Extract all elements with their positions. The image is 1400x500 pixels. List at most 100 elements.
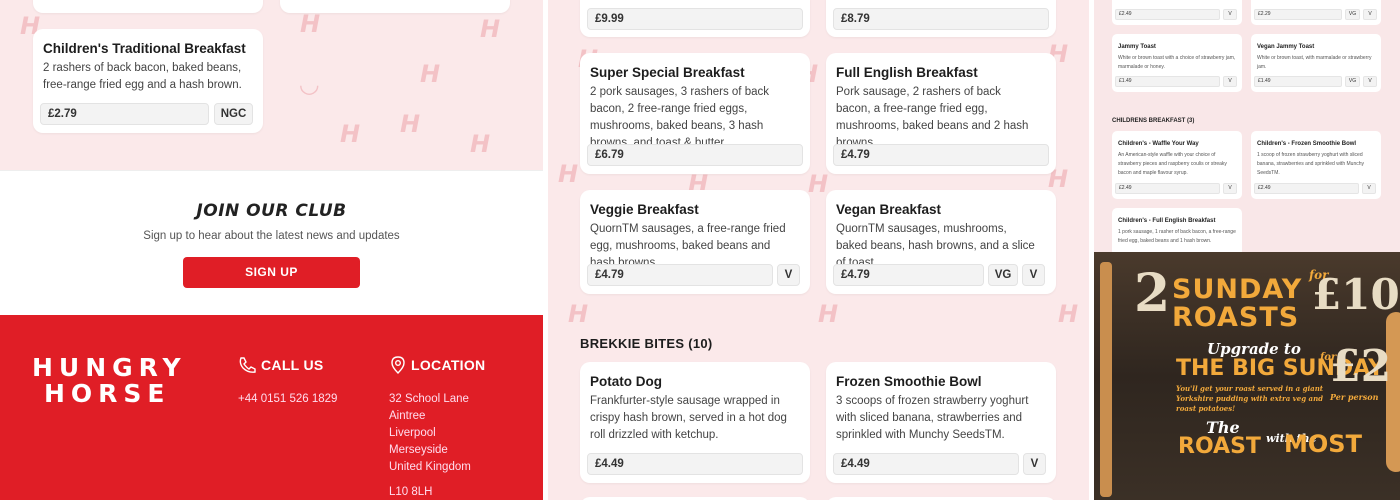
menu-item-title: Full English Breakfast <box>836 65 978 80</box>
menu-card[interactable]: Children's Traditional Breakfast 2 rashe… <box>33 29 263 133</box>
promo-price: £10 <box>1312 270 1400 319</box>
logo-line: HORSE <box>44 379 171 408</box>
promo-description: You'll get your roast served in a giant … <box>1176 384 1324 413</box>
sunday-roast-promo-banner[interactable]: 2 SUNDAY for £10 ROASTS Upgrade to THE B… <box>1094 252 1400 500</box>
mini-title: Children's - Full English Breakfast <box>1118 218 1216 224</box>
join-club-section: JOIN OUR CLUB Sign up to hear about the … <box>0 170 543 315</box>
mini-tag: V <box>1223 183 1237 194</box>
dietary-tag: VG <box>988 264 1018 286</box>
mini-tag: V <box>1223 76 1237 87</box>
mini-price: £1.49 <box>1254 76 1342 87</box>
menu-item-description: Pork sausage, 2 rashers of back bacon, a… <box>836 86 1029 149</box>
mini-card: Children's - Full English Breakfast 1 po… <box>1112 208 1242 252</box>
menu-item-title: Super Special Breakfast <box>590 65 745 80</box>
mini-desc: White or brown toast with a choice of st… <box>1118 55 1236 70</box>
address-line: Liverpool <box>389 427 436 439</box>
mini-card: Jammy Toast White or brown toast with a … <box>1112 34 1242 92</box>
promo-roasts: ROASTS <box>1172 302 1300 333</box>
mini-card: Children's - Waffle Your Way An American… <box>1112 131 1242 199</box>
menu-item-title: Frozen Smoothie Bowl <box>836 374 982 389</box>
mini-title: Jammy Toast <box>1118 44 1156 50</box>
dietary-tag: V <box>777 264 800 286</box>
promo-upgrade-price: £2 <box>1330 341 1392 392</box>
menu-card[interactable]: Veggie Breakfast QuornTM sausages, a fre… <box>580 190 810 294</box>
menu-card-cutoff[interactable]: £9.99 <box>580 0 810 37</box>
phone-icon <box>239 357 256 373</box>
sign-up-button[interactable]: SIGN UP <box>183 257 360 288</box>
promo-roast: ROAST <box>1178 434 1261 459</box>
mini-desc: White or brown toast, with marmalade or … <box>1257 55 1372 70</box>
menu-item-description: Frankfurter-style sausage wrapped in cri… <box>590 395 787 441</box>
menu-item-description: 2 rashers of back bacon, baked beans, fr… <box>43 62 242 91</box>
promo-sunday: SUNDAY <box>1172 274 1303 305</box>
logo-line: HUNGRY <box>32 353 187 382</box>
mini-tag: VG <box>1345 76 1360 87</box>
menu-item-title: Children's Traditional Breakfast <box>43 41 246 56</box>
mini-tag: VG <box>1345 9 1360 20</box>
price-field: £4.49 <box>833 453 1019 475</box>
mini-price: £2.49 <box>1115 9 1220 20</box>
fork-graphic <box>1100 262 1112 497</box>
menu-card-cutoff[interactable]: £8.79 <box>826 0 1056 37</box>
price-field: £4.79 <box>833 144 1049 166</box>
mini-tag: V <box>1363 9 1377 20</box>
address-block: 32 School Lane Aintree Liverpool Merseys… <box>389 391 471 500</box>
menu-background-middle: HH HH HH HH HH £9.99 £8.79 Super Special… <box>548 0 1089 500</box>
price-field: £4.49 <box>587 453 803 475</box>
address-line: United Kingdom <box>389 461 471 473</box>
phone-number[interactable]: +44 0151 526 1829 <box>238 391 337 408</box>
mini-tag: V <box>1363 76 1377 87</box>
menu-card[interactable]: Full English Breakfast Pork sausage, 2 r… <box>826 53 1056 174</box>
mini-card: £2.29 VG V <box>1251 0 1381 25</box>
price-field: £6.79 <box>587 144 803 166</box>
knife-graphic <box>1386 312 1400 472</box>
mini-price: £1.49 <box>1115 76 1220 87</box>
price-field: £2.79 <box>40 103 209 125</box>
dietary-tag: NGC <box>214 103 253 125</box>
dietary-tag: V <box>1023 453 1046 475</box>
menu-item-description: 2 pork sausages, 3 rashers of back bacon… <box>590 86 769 149</box>
mini-desc: 1 pork sausage, 1 rasher of back bacon, … <box>1118 229 1236 244</box>
mini-desc: An American-style waffle with your choic… <box>1118 152 1227 176</box>
address-line: Aintree <box>389 410 426 422</box>
menu-card[interactable]: Frozen Smoothie Bowl 3 scoops of frozen … <box>826 362 1056 483</box>
mini-title: Children's - Frozen Smoothie Bowl <box>1257 141 1357 147</box>
dietary-tag: V <box>1022 264 1045 286</box>
price-field: £4.79 <box>587 264 773 286</box>
menu-background-left: HH HH HH H◡ H Children's Traditional Bre… <box>0 0 543 170</box>
promo-most: MOST <box>1284 430 1362 458</box>
mini-price: £2.29 <box>1254 9 1342 20</box>
mini-card: £2.49 V <box>1112 0 1242 25</box>
club-subtitle: Sign up to hear about the latest news an… <box>143 230 400 242</box>
call-us-heading: CALL US <box>261 357 324 373</box>
menu-item-title: Potato Dog <box>590 374 662 389</box>
price-field: £9.99 <box>587 8 803 30</box>
address-line: L10 8LH <box>389 486 433 498</box>
menu-card-cutoff <box>33 0 263 13</box>
mini-desc: 1 scoop of frozen strawberry yoghurt wit… <box>1257 152 1364 176</box>
mini-section-title: CHILDRENS BREAKFAST (3) <box>1112 118 1195 124</box>
promo-per-person: Per person <box>1330 392 1379 402</box>
price-field: £4.79 <box>833 264 984 286</box>
menu-card-cutoff <box>280 0 510 13</box>
mini-tag: V <box>1362 183 1376 194</box>
menu-card[interactable]: Super Special Breakfast 2 pork sausages,… <box>580 53 810 174</box>
address-line: Merseyside <box>389 444 448 456</box>
menu-thumbnail: £2.49 V £2.29 VG V Jammy Toast White or … <box>1094 0 1400 252</box>
location-pin-icon <box>391 356 405 374</box>
promo-number: 2 <box>1134 263 1171 324</box>
menu-card[interactable]: Vegan Breakfast QuornTM sausages, mushro… <box>826 190 1056 294</box>
section-title-brekkie-bites: BREKKIE BITES (10) <box>580 336 713 351</box>
mini-title: Vegan Jammy Toast <box>1257 44 1315 50</box>
mini-title: Children's - Waffle Your Way <box>1118 141 1199 147</box>
menu-item-description: 3 scoops of frozen strawberry yoghurt wi… <box>836 395 1029 441</box>
hungry-horse-logo[interactable]: HUNGRY HORSE <box>32 355 192 407</box>
location-heading: LOCATION <box>411 357 486 373</box>
menu-item-title: Vegan Breakfast <box>836 202 942 217</box>
mini-price: £2.49 <box>1254 183 1359 194</box>
mini-card: Children's - Frozen Smoothie Bowl 1 scoo… <box>1251 131 1381 199</box>
address-line: 32 School Lane <box>389 393 469 405</box>
menu-card[interactable]: Potato Dog Frankfurter-style sausage wra… <box>580 362 810 483</box>
menu-item-title: Veggie Breakfast <box>590 202 699 217</box>
mini-price: £2.49 <box>1115 183 1220 194</box>
